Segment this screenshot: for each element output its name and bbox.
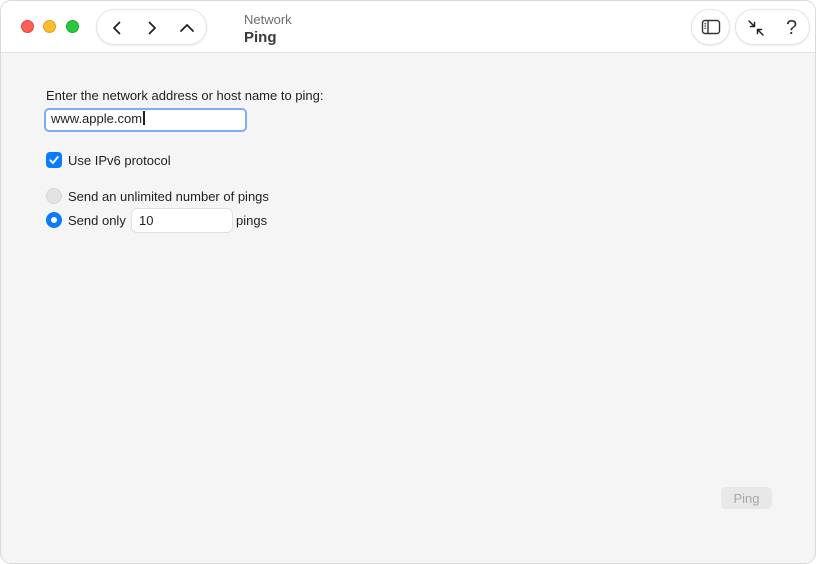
close-window-button[interactable]	[21, 20, 34, 33]
unlimited-pings-label[interactable]: Send an unlimited number of pings	[68, 189, 269, 204]
titlebar: Network Ping ?	[1, 1, 815, 53]
help-icon: ?	[785, 17, 798, 39]
forward-button[interactable]	[134, 10, 170, 46]
minimize-window-button[interactable]	[43, 20, 56, 33]
address-prompt: Enter the network address or host name t…	[46, 88, 324, 103]
radio-dot	[51, 217, 57, 223]
title-block: Network Ping	[244, 12, 292, 48]
ping-window: Network Ping ? Enter the network address…	[0, 0, 816, 564]
pings-suffix-label: pings	[236, 213, 268, 228]
collapse-button[interactable]	[737, 10, 774, 46]
page-title: Ping	[244, 29, 277, 46]
ipv6-label[interactable]: Use IPv6 protocol	[68, 153, 171, 168]
zoom-window-button[interactable]	[66, 20, 79, 33]
text-caret	[143, 111, 145, 125]
sidebar-icon	[701, 19, 720, 35]
window-actions-group: ?	[735, 9, 810, 45]
sidebar-toggle-button[interactable]	[691, 9, 730, 45]
navigation-group	[96, 9, 207, 45]
chevron-up-icon	[180, 24, 194, 32]
address-value: www.apple.com	[51, 111, 143, 126]
arrows-collapse-icon	[747, 20, 764, 36]
ipv6-checkbox[interactable]	[46, 152, 62, 168]
ping-button[interactable]: Ping	[721, 487, 772, 509]
ping-form: Enter the network address or host name t…	[1, 54, 815, 563]
unlimited-pings-radio[interactable]	[46, 188, 62, 204]
up-button[interactable]	[169, 10, 205, 46]
chevron-right-icon	[148, 21, 156, 35]
send-only-radio[interactable]	[46, 212, 62, 228]
ping-count-input[interactable]: 10	[131, 208, 233, 233]
address-input[interactable]: www.apple.com	[44, 108, 247, 132]
section-title: Network	[244, 12, 292, 27]
chevron-left-icon	[113, 21, 121, 35]
back-button[interactable]	[99, 10, 135, 46]
checkmark-icon	[49, 156, 59, 164]
help-button[interactable]: ?	[773, 10, 810, 46]
send-only-label[interactable]: Send only	[68, 213, 126, 228]
